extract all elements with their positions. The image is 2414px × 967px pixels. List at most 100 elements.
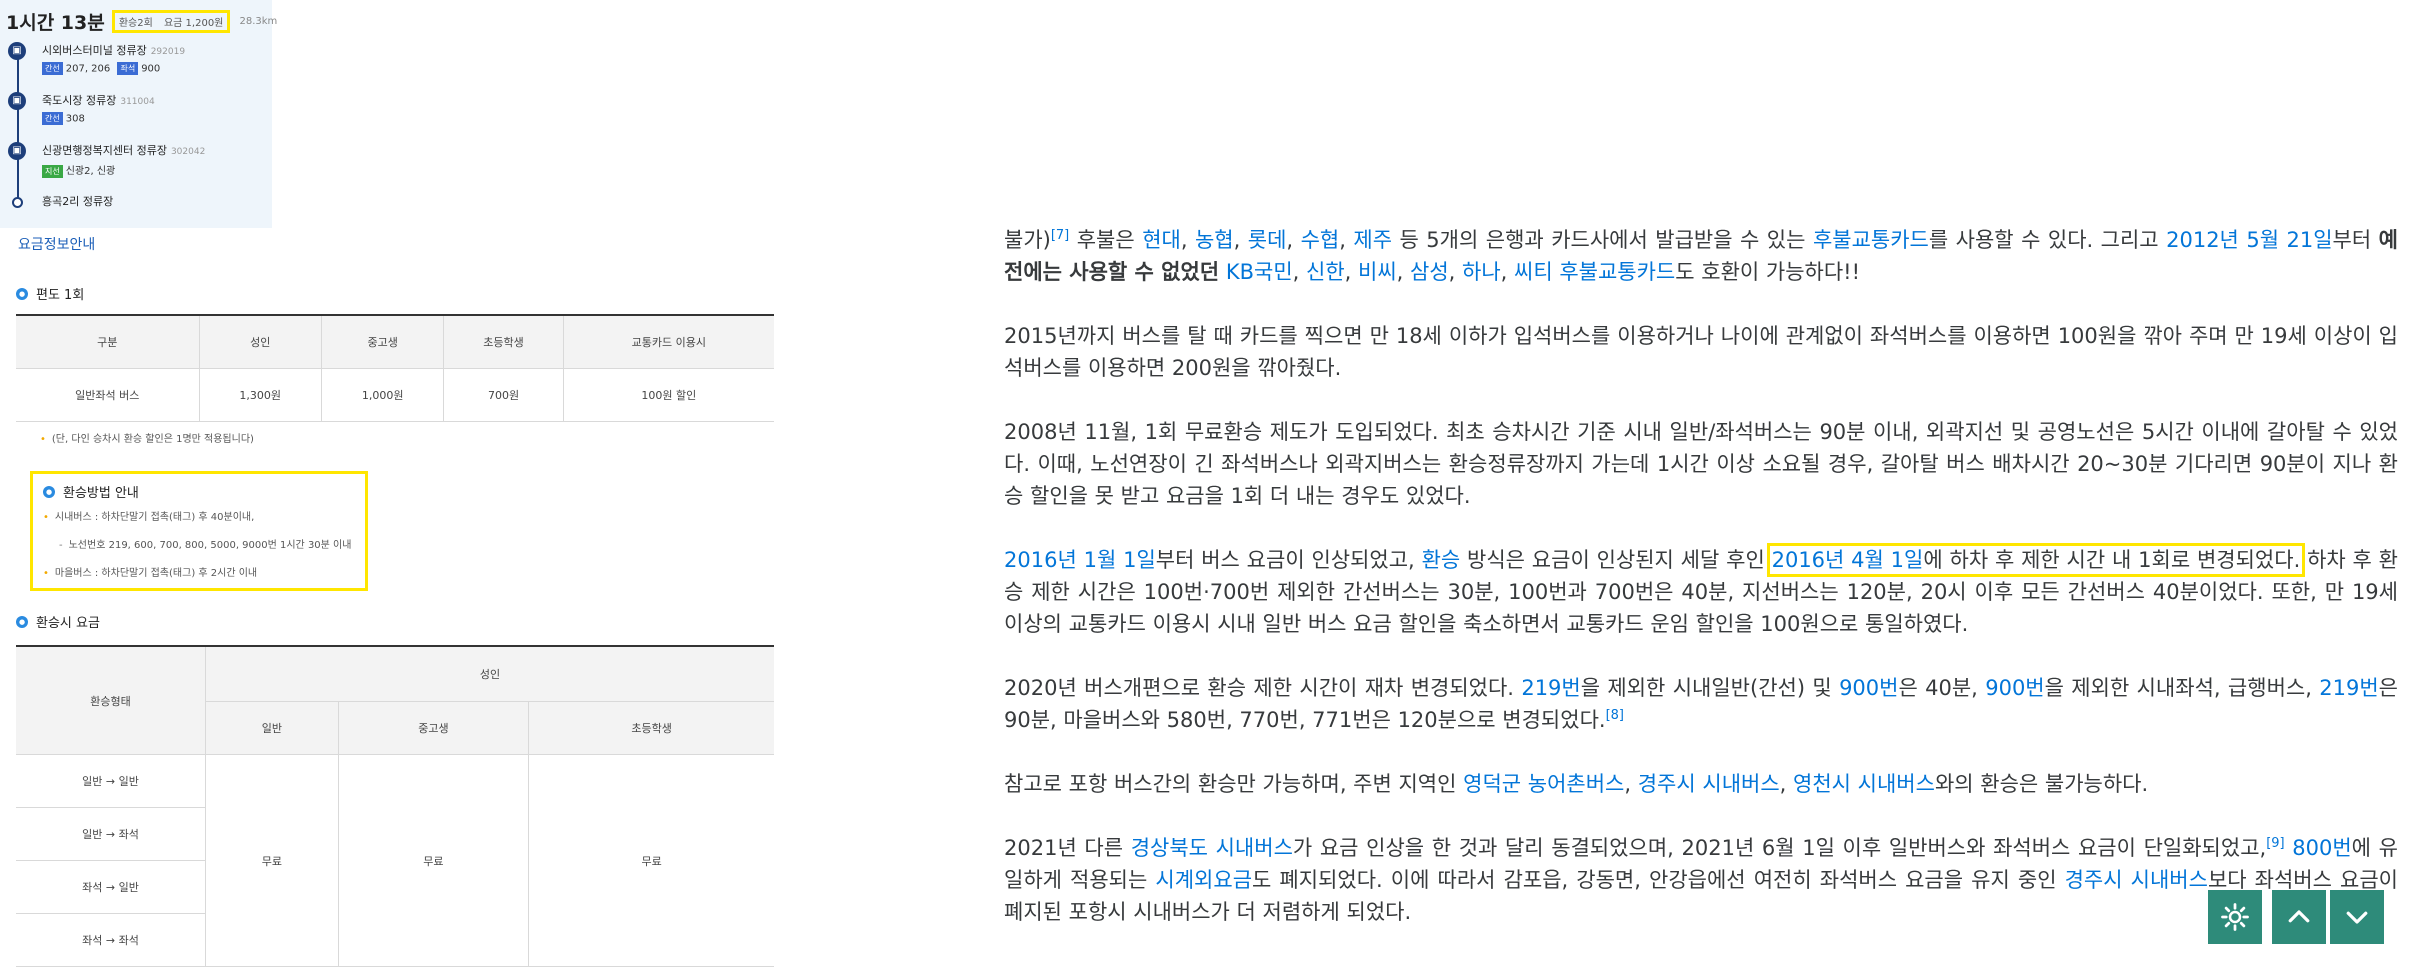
table-cell: 700원 xyxy=(443,368,564,422)
article-link[interactable]: 수협 xyxy=(1301,228,1340,252)
info-icon: ● xyxy=(43,485,55,498)
article-link[interactable]: 영덕군 농어촌버스 xyxy=(1463,772,1624,796)
article-link[interactable]: 삼성 xyxy=(1410,260,1449,284)
table-header: 일반 xyxy=(205,701,339,755)
bus-routes: 900 xyxy=(141,63,161,75)
footnote-link[interactable]: [8] xyxy=(1606,708,1624,723)
article-link[interactable]: 후불교통카드 xyxy=(1813,228,1929,252)
article-body: 불가)[7] 후불은 현대, 농협, 롯데, 수협, 제주 등 5개의 은행과 … xyxy=(1004,224,2398,960)
transfer-rule: - 노선번호 219, 600, 700, 800, 5000, 9000번 1시… xyxy=(59,540,352,551)
chevron-up-icon xyxy=(2288,910,2310,923)
table-cell: 1,300원 xyxy=(198,368,322,422)
table-header: 초등학생 xyxy=(528,701,774,755)
stop-name: 흥곡2리 정류장 xyxy=(42,195,114,208)
article-link[interactable]: 비씨 xyxy=(1358,260,1397,284)
bullet-icon: • xyxy=(43,568,49,579)
scroll-down-button[interactable] xyxy=(2330,890,2384,944)
article-link[interactable]: 2012년 5월 21일 xyxy=(2166,228,2332,252)
settings-button[interactable] xyxy=(2208,890,2262,944)
route-distance: 28.3km xyxy=(239,16,278,27)
article-paragraph: 2016년 1월 1일부터 버스 요금이 인상되었고, 환승 방식은 요금이 인… xyxy=(1004,543,2398,636)
line-type-badge: 간선 xyxy=(42,112,63,125)
footnote-link[interactable]: [9] xyxy=(2266,836,2284,851)
article-paragraph: 2015년까지 버스를 탈 때 카드를 찍으면 만 18세 이하가 입석버스를 … xyxy=(1004,324,2398,380)
article-link[interactable]: 219번 xyxy=(1521,676,1580,700)
article-link[interactable]: 2016년 1월 1일 xyxy=(1004,548,1156,572)
table-cell: 무료 xyxy=(205,754,339,967)
table-cell: 좌석 → 좌석 xyxy=(16,913,206,967)
info-icon: ● xyxy=(16,287,28,300)
article-link[interactable]: 제주 xyxy=(1353,228,1392,252)
destination-icon xyxy=(12,197,23,208)
transfer-rule: • 시내버스 : 하차단말기 접촉(태그) 후 40분이내, xyxy=(43,512,255,523)
article-paragraph: 불가)[7] 후불은 현대, 농협, 롯데, 수협, 제주 등 5개의 은행과 … xyxy=(1004,228,2398,284)
route-card[interactable]: 1시간 13분 환승2회 요금 1,200원 28.3km ▣ 시외버스터미널 … xyxy=(0,0,277,228)
article-link[interactable]: 농협 xyxy=(1195,228,1234,252)
article-link[interactable]: 현대 xyxy=(1142,228,1181,252)
article-link[interactable]: 롯데 xyxy=(1248,228,1287,252)
article-link[interactable]: 경주시 시내버스 xyxy=(2065,868,2208,892)
table-header: 성인 xyxy=(198,315,322,369)
article-paragraph: 2021년 다른 경상북도 시내버스가 요금 인상을 한 것과 달리 동결되었으… xyxy=(1004,836,2398,924)
route-line xyxy=(17,50,19,202)
bus-routes: 308 xyxy=(65,113,85,125)
highlighted-sentence: 2016년 4월 1일에 하차 후 제한 시간 내 1회로 변경되었다. xyxy=(1766,543,2306,577)
scroll-up-button[interactable] xyxy=(2272,890,2326,944)
table-cell: 일반 → 좌석 xyxy=(16,807,206,861)
bus-stop-icon: ▣ xyxy=(8,42,26,60)
bullet-icon: • xyxy=(40,434,46,445)
one-way-title: ● 편도 1회 xyxy=(16,284,84,303)
stop-code: 292019 xyxy=(150,47,186,57)
table-header: 구분 xyxy=(16,315,200,369)
table-header: 성인 xyxy=(205,646,774,702)
discount-note: • (단, 다인 승차시 환승 할인은 1명만 적용됩니다) xyxy=(40,434,254,445)
stop-name: 신광면행정복지센터 정류장 xyxy=(42,144,167,157)
bus-stop-icon: ▣ xyxy=(8,92,26,110)
table-cell: 무료 xyxy=(337,754,530,967)
table-header: 교통카드 이용시 xyxy=(562,315,774,369)
table-header: 초등학생 xyxy=(443,315,564,369)
article-link[interactable]: 900번 xyxy=(1839,676,1898,700)
table-cell: 일반 → 일반 xyxy=(16,754,206,808)
route-time: 1시간 13분 xyxy=(6,12,105,34)
article-link[interactable]: 900번 xyxy=(1985,676,2044,700)
fare-info-link[interactable]: 요금정보안내 xyxy=(18,234,95,254)
transfer-fare-table: 환승형태 성인 일반 중고생 초등학생 일반 → 일반 무료 무료 무료 일반 … xyxy=(16,645,774,967)
bus-routes: 신광2, 신광 xyxy=(65,166,116,177)
article-link[interactable]: 씨티 후불교통카드 xyxy=(1514,260,1675,284)
left-panel: 1시간 13분 환승2회 요금 1,200원 28.3km ▣ 시외버스터미널 … xyxy=(0,0,780,967)
table-header: 환승형태 xyxy=(16,646,206,755)
stop-code: 311004 xyxy=(120,97,155,107)
article-link[interactable]: 신한 xyxy=(1306,260,1345,284)
info-icon: ● xyxy=(16,615,28,628)
article-link[interactable]: 경상북도 시내버스 xyxy=(1131,836,1293,860)
line-type-badge: 간선 xyxy=(42,62,63,75)
article-link[interactable]: 환승 xyxy=(1422,548,1461,572)
transfer-count: 환승2회 xyxy=(118,18,153,29)
article-link[interactable]: 영천시 시내버스 xyxy=(1793,772,1935,796)
table-header: 중고생 xyxy=(320,315,445,369)
article-link[interactable]: KB국민 xyxy=(1226,260,1293,284)
route-header: 1시간 13분 환승2회 요금 1,200원 28.3km xyxy=(6,8,277,38)
stop-name: 죽도시장 정류장 xyxy=(42,94,117,107)
article-link[interactable]: 하나 xyxy=(1462,260,1501,284)
article-paragraph: 2020년 버스개편으로 환승 제한 시간이 재차 변경되었다. 219번을 제… xyxy=(1004,676,2398,732)
route-fare: 요금 1,200원 xyxy=(163,18,224,29)
bus-routes: 207, 206 xyxy=(65,63,111,75)
footnote-link[interactable]: [7] xyxy=(1051,228,1069,243)
article-link[interactable]: 경주시 시내버스 xyxy=(1638,772,1780,796)
bullet-icon: • xyxy=(43,512,49,523)
article-link[interactable]: 800번 xyxy=(2292,836,2351,860)
table-row: 일반좌석 버스 1,300원 1,000원 700원 100원 할인 xyxy=(16,368,774,422)
article-link[interactable]: 2016년 4월 1일 xyxy=(1772,548,1924,572)
article-paragraph: 2008년 11월, 1회 무료환승 제도가 도입되었다. 최초 승차시간 기준… xyxy=(1004,420,2398,508)
transfer-method-highlight: ● 환승방법 안내 • 시내버스 : 하차단말기 접촉(태그) 후 40분이내, -… xyxy=(30,471,368,591)
table-cell: 1,000원 xyxy=(320,368,445,422)
article-link[interactable]: 시계외요금 xyxy=(1155,868,1252,892)
chevron-down-icon xyxy=(2346,911,2368,924)
stop-name: 시외버스터미널 정류장 xyxy=(42,44,147,57)
article-link[interactable]: 219번 xyxy=(2319,676,2378,700)
table-cell: 100원 할인 xyxy=(562,368,774,422)
table-cell: 좌석 → 일반 xyxy=(16,860,206,914)
route-summary-highlight: 환승2회 요금 1,200원 xyxy=(111,10,231,33)
